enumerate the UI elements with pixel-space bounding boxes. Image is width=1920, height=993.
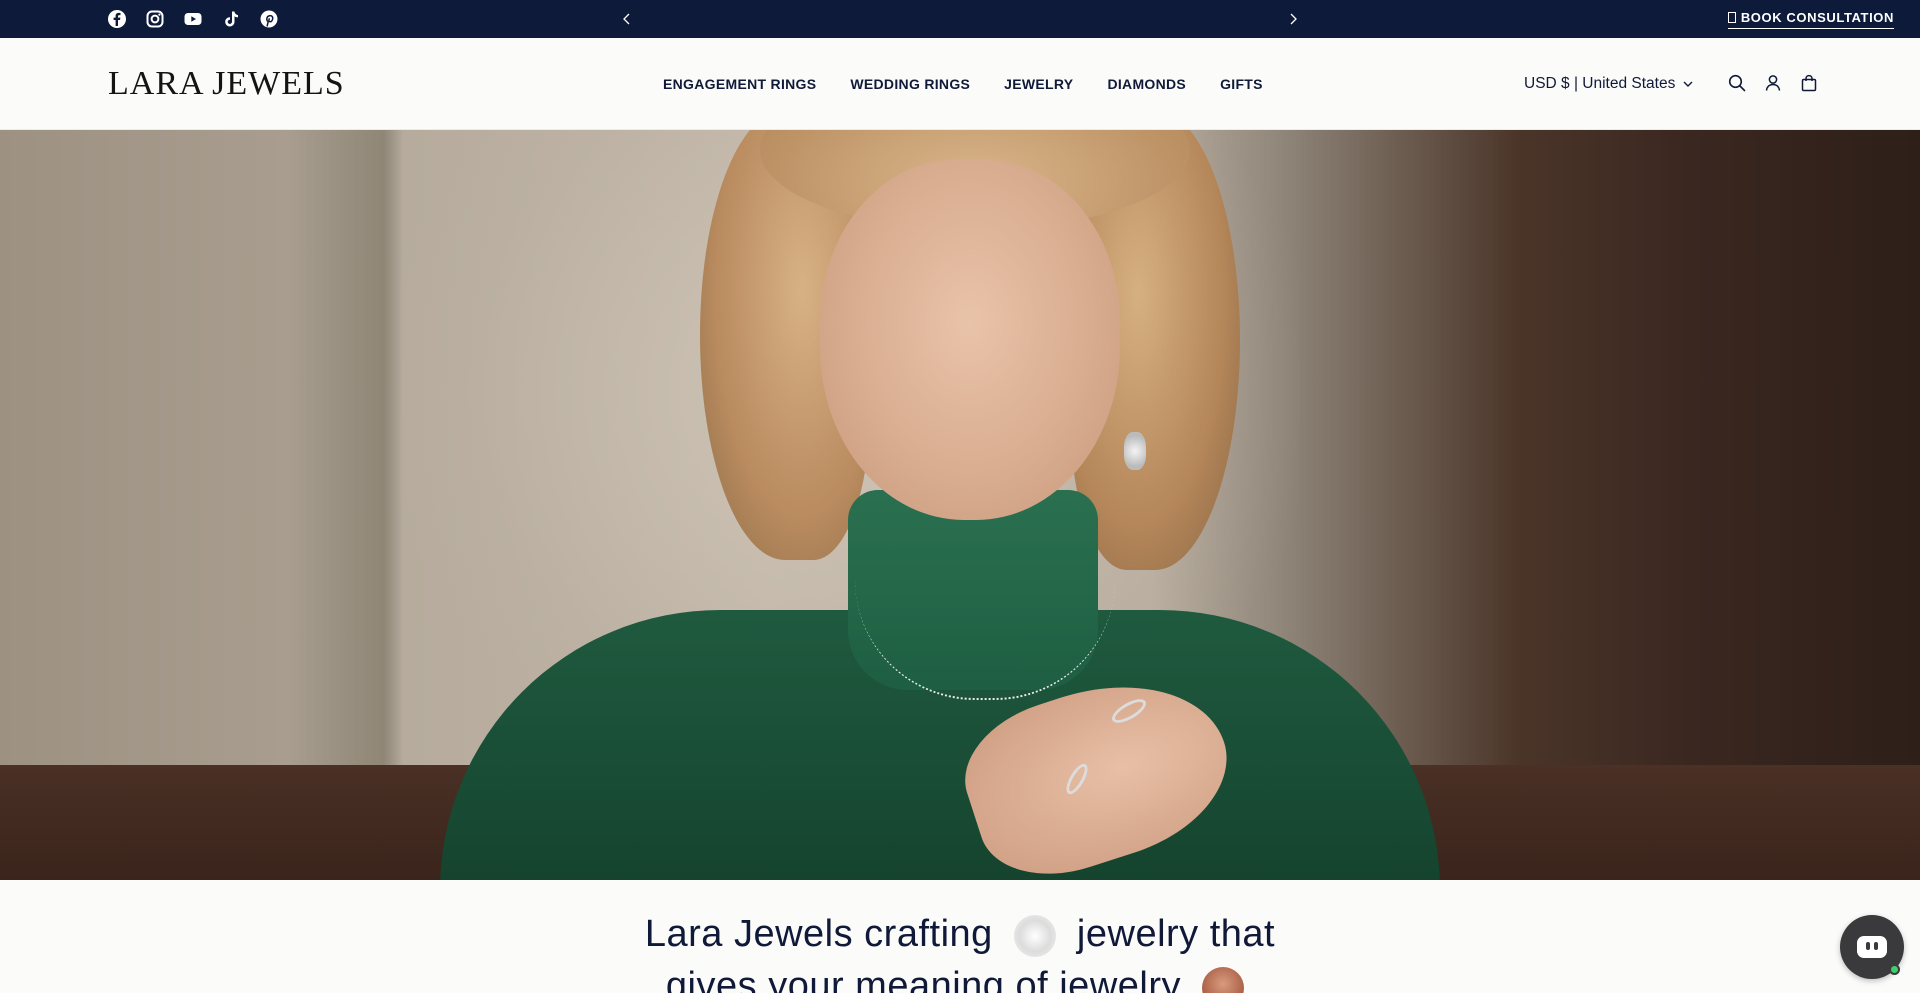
youtube-icon[interactable] (183, 9, 203, 29)
site-logo[interactable]: LARA JEWELS (108, 65, 345, 103)
book-consultation-label: BOOK CONSULTATION (1740, 10, 1894, 25)
currency-selector[interactable]: USD $ | United States (1524, 75, 1693, 93)
tagline-text: gives your meaning of jewelry (665, 965, 1181, 993)
online-status-dot (1889, 964, 1900, 975)
hero-banner-image[interactable] (0, 130, 1920, 880)
model-face (820, 160, 1120, 520)
social-links (107, 9, 279, 29)
brand-tagline: Lara Jewels crafting jewelry that gives … (0, 908, 1920, 993)
instagram-icon[interactable] (145, 9, 165, 29)
tagline-line-1: Lara Jewels crafting jewelry that (0, 908, 1920, 960)
diamond-ring-thumbnail (1013, 914, 1056, 957)
portrait-thumbnail (1202, 966, 1245, 993)
site-header: LARA JEWELS ENGAGEMENT RINGS WEDDING RIN… (0, 38, 1920, 130)
search-icon[interactable] (1727, 73, 1747, 93)
account-icon[interactable] (1763, 73, 1783, 93)
tagline-line-2: gives your meaning of jewelry (0, 960, 1920, 993)
tagline-text: jewelry that (1076, 913, 1276, 955)
announcement-next-button[interactable] (1282, 8, 1304, 30)
currency-label: USD $ | United States (1524, 75, 1676, 92)
tagline-text: Lara Jewels crafting (644, 913, 993, 955)
chat-bot-icon (1857, 936, 1887, 958)
facebook-icon[interactable] (107, 9, 127, 29)
announcement-prev-button[interactable] (616, 8, 638, 30)
chat-widget-button[interactable] (1840, 915, 1904, 979)
earring (1124, 432, 1146, 470)
announcement-bar: BOOK CONSULTATION (0, 0, 1920, 38)
book-consultation-link[interactable]: BOOK CONSULTATION (1727, 10, 1894, 29)
calendar-icon (1727, 12, 1736, 23)
nav-diamonds[interactable]: DIAMONDS (1107, 76, 1186, 92)
cart-icon[interactable] (1799, 73, 1819, 93)
header-icons (1727, 73, 1819, 93)
nav-jewelry[interactable]: JEWELRY (1004, 76, 1073, 92)
tiktok-icon[interactable] (221, 9, 241, 29)
main-nav: ENGAGEMENT RINGS WEDDING RINGS JEWELRY D… (663, 76, 1297, 92)
nav-wedding-rings[interactable]: WEDDING RINGS (850, 76, 970, 92)
nav-gifts[interactable]: GIFTS (1220, 76, 1263, 92)
nav-engagement-rings[interactable]: ENGAGEMENT RINGS (663, 76, 816, 92)
pinterest-icon[interactable] (259, 9, 279, 29)
chevron-down-icon (1683, 81, 1693, 87)
